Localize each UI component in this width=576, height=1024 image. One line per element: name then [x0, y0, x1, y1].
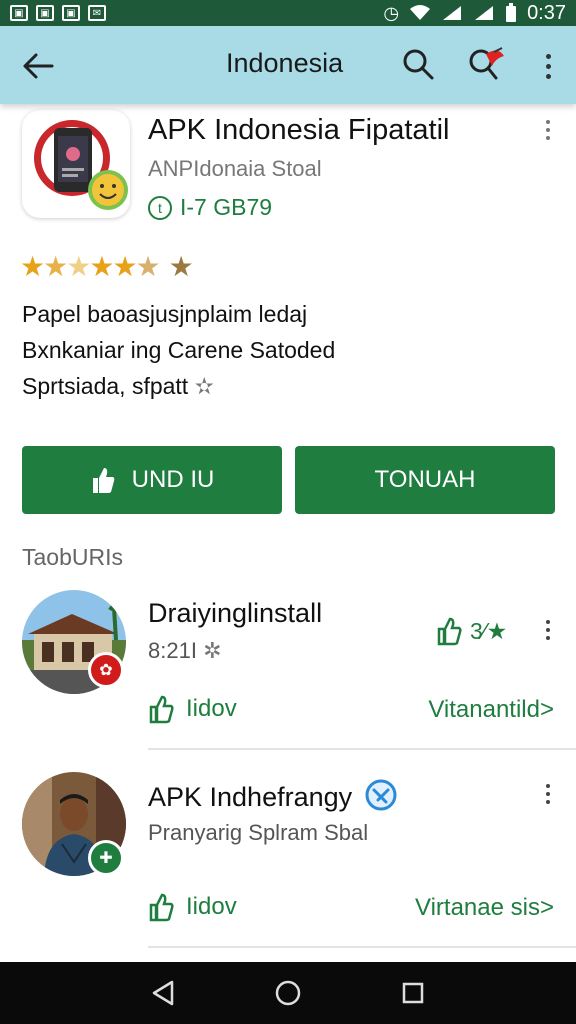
other-button[interactable]: TONUAH	[295, 446, 555, 514]
description-line: Bxnkaniar ing Carene Satoded	[22, 337, 336, 363]
install-button[interactable]: UND IU	[22, 446, 282, 514]
clock: 0:37	[527, 1, 566, 24]
page-title: Indonesia	[226, 48, 344, 78]
thumbs-up-icon	[149, 893, 174, 922]
item-subtitle: 8:21I ✲	[148, 638, 222, 663]
app-bar: Indonesia	[0, 26, 576, 104]
wifi-icon	[410, 5, 431, 20]
image-icon: ▣	[36, 5, 54, 21]
app-description: Papel baoasjusjnplaim ledaj Bxnkaniar in…	[22, 296, 335, 404]
thumbs-up-icon	[149, 695, 174, 724]
item-more-button[interactable]	[540, 784, 556, 814]
image-icon: ▣	[62, 5, 80, 21]
square-recents-icon	[403, 982, 424, 1004]
star-half-icon: ★	[66, 251, 91, 282]
item-link[interactable]: Vitanantild>	[428, 696, 554, 724]
item-link[interactable]: Virtanae sis>	[415, 894, 554, 922]
arrow-left-icon	[23, 53, 54, 79]
app-meta: t I-7 GB79	[148, 194, 272, 221]
image-icon: ▣	[10, 5, 28, 21]
star-icon: ★	[89, 251, 114, 282]
section-title: TaobURIs	[22, 544, 123, 570]
bird-search-button[interactable]	[466, 44, 508, 84]
star-icon: ★	[168, 251, 194, 282]
star-icon: ★	[43, 251, 68, 282]
sparkle-icon: ✫	[194, 373, 214, 399]
app-icon[interactable]	[22, 110, 130, 218]
triangle-back-icon	[152, 980, 173, 1006]
back-button[interactable]	[18, 48, 58, 84]
star-icon: ★	[20, 251, 45, 282]
list-item[interactable]: ✚ APK Indhefrangy Pranyarig Splram Sbal …	[0, 770, 576, 960]
star-icon: ★	[135, 251, 161, 282]
description-line: Sprtsiada, sfpatt ✫	[22, 373, 214, 399]
item-action[interactable]: Iidov	[148, 694, 237, 724]
rating-stars: ★ ★ ★ ★ ★ ★ ★	[20, 250, 194, 283]
divider	[148, 748, 576, 750]
item-more-button[interactable]	[540, 620, 556, 650]
battery-icon	[506, 3, 517, 22]
app-title: APK Indonesia Fipatatil	[148, 114, 450, 146]
clock-icon: t	[148, 195, 172, 220]
app-more-button[interactable]	[538, 120, 558, 150]
nav-back-button[interactable]	[143, 973, 183, 1013]
phone-app-icon	[34, 120, 128, 210]
app-developer: ANPIdonaia Stoal	[148, 156, 322, 181]
description-line: Papel baoasjusjnplaim ledaj	[22, 301, 308, 327]
signal-icon	[475, 6, 494, 20]
circle-home-icon	[275, 980, 301, 1006]
verified-icon	[365, 779, 397, 811]
install-label: UND IU	[131, 466, 215, 493]
other-label: TONUAH	[374, 466, 476, 493]
app-size: I-7 GB79	[180, 194, 273, 220]
more-options-button[interactable]	[536, 48, 560, 84]
list-item[interactable]: ✿ Draiyinglinstall 8:21I ✲ 3⁄★ Iidov Vit…	[0, 586, 576, 776]
bird-search-icon	[469, 47, 504, 80]
status-bar: ▣ ▣ ▣ ✉ ◷ 0:37	[0, 0, 576, 26]
flower-badge-icon: ✿	[88, 652, 124, 688]
item-title: APK Indhefrangy	[148, 778, 398, 813]
star-icon: ★	[112, 251, 137, 282]
nav-home-button[interactable]	[268, 973, 308, 1013]
plus-badge-icon: ✚	[88, 840, 124, 876]
signal-icon	[443, 6, 462, 20]
search-icon	[403, 49, 434, 80]
thumbs-up-icon	[92, 468, 114, 493]
nav-recents-button[interactable]	[393, 973, 433, 1013]
search-button[interactable]	[400, 46, 436, 82]
alarm-icon: ◷	[383, 2, 400, 23]
item-action[interactable]: Iidov	[148, 892, 237, 922]
gear-icon: ✲	[203, 638, 222, 663]
mail-icon: ✉	[88, 5, 106, 21]
divider	[148, 946, 576, 948]
item-rating[interactable]: 3⁄★	[436, 616, 507, 646]
navigation-bar	[0, 962, 576, 1024]
thumbs-up-icon	[437, 617, 462, 646]
item-subtitle: Pranyarig Splram Sbal	[148, 820, 369, 845]
item-title: Draiyinglinstall	[148, 598, 323, 628]
